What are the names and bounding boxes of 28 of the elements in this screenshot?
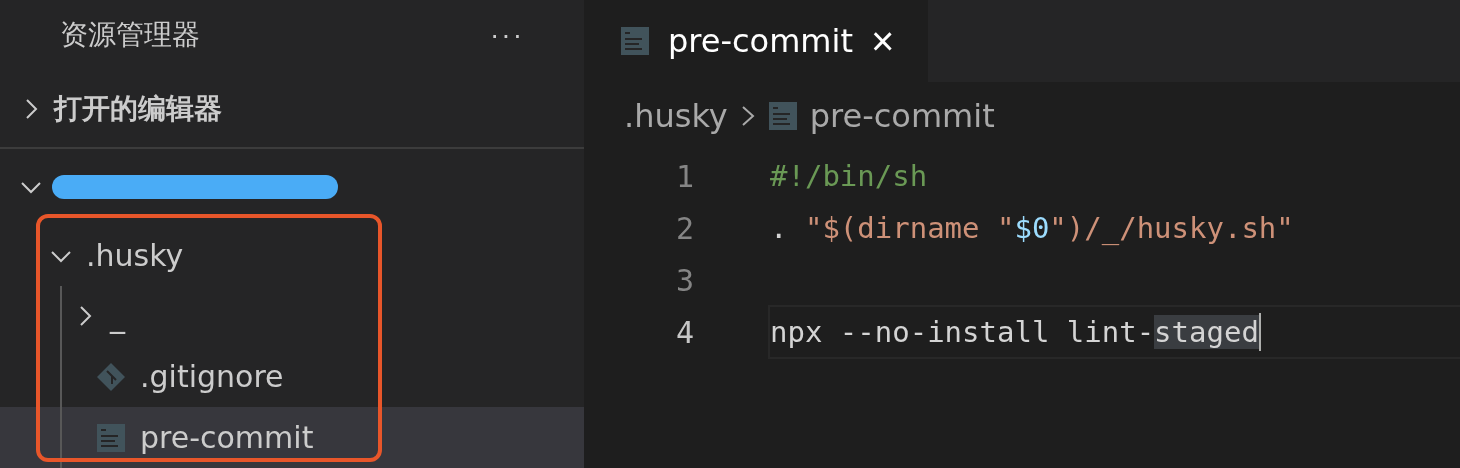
explorer-title: 资源管理器 bbox=[60, 17, 200, 54]
line-number: 3 bbox=[674, 262, 694, 298]
breadcrumb-item[interactable]: .husky bbox=[624, 97, 728, 135]
document-lines-icon bbox=[620, 26, 650, 56]
file-name: _ bbox=[110, 298, 125, 334]
more-actions-button[interactable]: ··· bbox=[490, 19, 524, 52]
file-name: .gitignore bbox=[140, 359, 284, 395]
code-line: #!/bin/sh bbox=[770, 159, 928, 193]
tree-item[interactable]: pre-commit bbox=[0, 407, 584, 468]
code-line: npx --no-install lint-staged bbox=[770, 315, 1259, 349]
text-cursor bbox=[1258, 313, 1261, 351]
file-name: pre-commit bbox=[140, 420, 314, 456]
tree-item[interactable]: .husky bbox=[0, 225, 584, 286]
line-number: 1 bbox=[674, 158, 694, 194]
line-number: 4 bbox=[674, 314, 694, 350]
tree-item[interactable]: _ bbox=[0, 285, 584, 347]
close-button[interactable]: × bbox=[870, 21, 895, 61]
editor-tab[interactable]: pre-commit × bbox=[584, 0, 929, 82]
section-header[interactable]: 打开的编辑器 bbox=[54, 89, 222, 128]
tree-item[interactable]: .gitignore bbox=[0, 346, 584, 408]
line-number: 2 bbox=[674, 210, 694, 246]
document-lines-icon bbox=[767, 101, 798, 131]
tab-label: pre-commit bbox=[668, 22, 853, 60]
file-name: .husky bbox=[86, 238, 184, 274]
breadcrumb-item[interactable]: pre-commit bbox=[809, 97, 995, 135]
code-line: . "$(dirname "$0")/_/husky.sh" bbox=[770, 211, 1294, 245]
document-lines-icon bbox=[96, 422, 126, 453]
git-diamond-icon bbox=[96, 361, 126, 392]
